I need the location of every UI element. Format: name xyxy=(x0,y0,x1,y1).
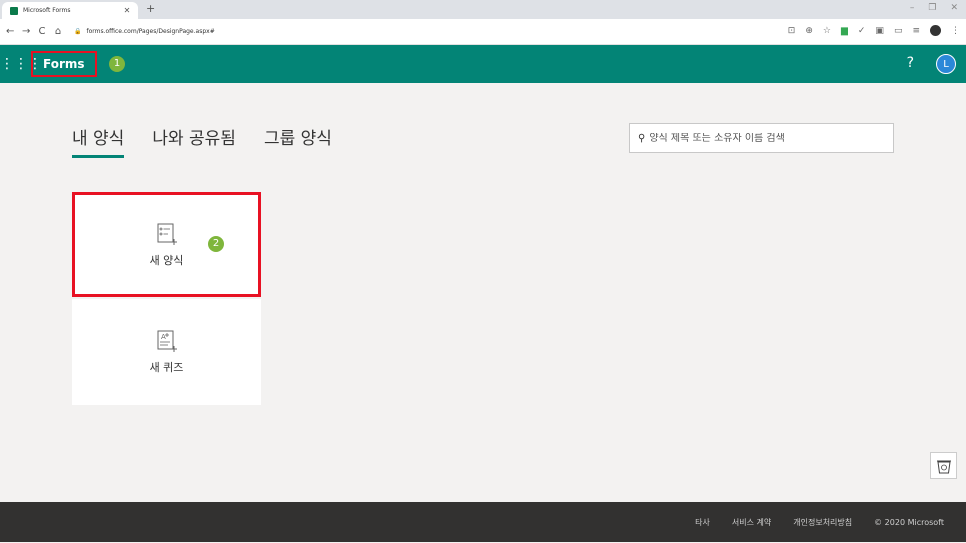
window-controls: – ❐ ✕ xyxy=(910,3,958,13)
menu-icon[interactable]: ⋮ xyxy=(951,26,960,36)
minimize-icon[interactable]: – xyxy=(910,3,915,13)
close-tab-icon[interactable]: ✕ xyxy=(122,6,132,15)
back-icon[interactable]: ← xyxy=(6,26,14,37)
extension-check-icon[interactable]: ✓ xyxy=(858,26,866,36)
recycle-bin-button[interactable] xyxy=(930,452,957,479)
footer-third-party-link[interactable]: 타사 xyxy=(695,517,710,528)
forms-favicon-icon xyxy=(10,6,18,15)
profile-icon[interactable] xyxy=(930,25,941,36)
avatar[interactable]: L xyxy=(936,54,956,74)
browser-tab-bar: Microsoft Forms ✕ + – ❐ ✕ xyxy=(0,0,966,19)
cast-icon[interactable]: ▭ xyxy=(894,26,903,36)
browser-tab[interactable]: Microsoft Forms ✕ xyxy=(2,2,138,19)
step-2-badge: 2 xyxy=(208,236,224,252)
footer-privacy-link[interactable]: 개인정보처리방침 xyxy=(793,517,852,528)
lock-icon: 🔒 xyxy=(74,28,82,35)
new-quiz-label: 새 퀴즈 xyxy=(149,361,184,374)
main-content: 내 양식 나와 공유됨 그룹 양식 ⚲ 새 양식 2 A xyxy=(0,83,966,502)
address-bar: ← → C ⌂ 🔒 forms.office.com/Pages/DesignP… xyxy=(0,19,966,45)
maximize-icon[interactable]: ❐ xyxy=(928,3,936,13)
new-form-icon xyxy=(157,223,177,245)
new-tab-icon[interactable]: + xyxy=(146,2,155,15)
browser-tab-title: Microsoft Forms xyxy=(23,7,71,14)
footer-copyright: © 2020 Microsoft xyxy=(874,517,944,527)
extension-green-icon[interactable]: ▆ xyxy=(841,26,848,36)
translate-icon[interactable]: ⊡ xyxy=(788,26,796,36)
browser-extensions: ⊡ ⊕ ☆ ▆ ✓ ▣ ▭ ≡ ⋮ xyxy=(788,25,960,36)
tab-group-forms[interactable]: 그룹 양식 xyxy=(264,124,332,158)
url-field[interactable]: 🔒 forms.office.com/Pages/DesignPage.aspx… xyxy=(74,28,215,35)
search-box: ⚲ xyxy=(629,123,894,153)
forms-brand-link[interactable]: Forms xyxy=(31,51,97,77)
help-icon[interactable]: ? xyxy=(907,55,914,71)
footer: 타사 서비스 계약 개인정보처리방침 © 2020 Microsoft xyxy=(0,502,966,542)
svg-text:A: A xyxy=(161,333,166,341)
search-input[interactable] xyxy=(649,132,893,144)
search-icon: ⚲ xyxy=(638,132,646,144)
zoom-icon[interactable]: ⊕ xyxy=(805,26,813,36)
reload-icon[interactable]: C xyxy=(38,26,46,37)
close-window-icon[interactable]: ✕ xyxy=(950,3,958,13)
star-icon[interactable]: ☆ xyxy=(823,26,831,36)
url-text: forms.office.com/Pages/DesignPage.aspx# xyxy=(86,28,215,35)
reading-list-icon[interactable]: ≡ xyxy=(912,26,920,36)
footer-service-agreement-link[interactable]: 서비스 계약 xyxy=(732,517,771,528)
forms-tabs: 내 양식 나와 공유됨 그룹 양식 xyxy=(72,124,332,158)
home-icon[interactable]: ⌂ xyxy=(54,26,62,37)
forward-icon[interactable]: → xyxy=(22,26,30,37)
tab-my-forms[interactable]: 내 양식 xyxy=(72,124,125,158)
recycle-bin-icon xyxy=(936,460,951,473)
app-header: ⋮⋮⋮ Forms 1 ? L xyxy=(0,45,966,83)
extension-save-icon[interactable]: ▣ xyxy=(875,26,884,36)
step-1-badge: 1 xyxy=(109,56,125,72)
tab-shared-with-me[interactable]: 나와 공유됨 xyxy=(152,124,236,158)
new-form-button[interactable]: 새 양식 xyxy=(72,192,261,297)
new-quiz-icon: A xyxy=(157,330,177,352)
new-quiz-button[interactable]: A 새 퀴즈 xyxy=(72,299,261,405)
new-form-label: 새 양식 xyxy=(149,253,184,267)
